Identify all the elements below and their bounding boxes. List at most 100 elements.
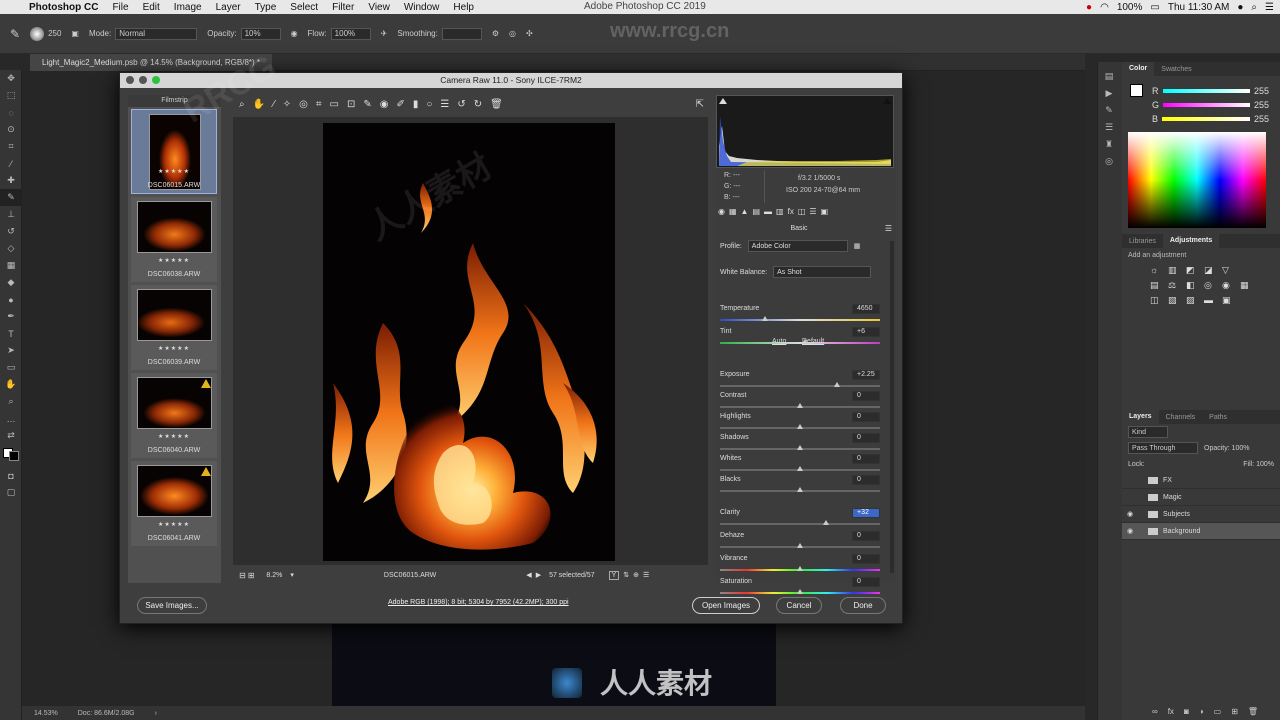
tab-color[interactable]: Color (1122, 62, 1155, 76)
brush-tool-icon[interactable]: ✎ (0, 189, 22, 206)
color-balance-icon[interactable]: ⚖ (1168, 280, 1182, 291)
menu-help[interactable]: Help (446, 2, 481, 13)
straighten-tool-icon[interactable]: ▭ (330, 99, 339, 110)
workflow-options-link[interactable]: Adobe RGB (1998); 8 bit; 5304 by 7952 (4… (388, 599, 569, 606)
tone-curve-tab-icon[interactable]: ▦ (729, 207, 737, 221)
split-tone-tab-icon[interactable]: ▬ (764, 207, 772, 221)
slider-value[interactable]: 0 (852, 433, 880, 443)
tab-libraries[interactable]: Libraries (1122, 238, 1163, 245)
color-swatches[interactable] (0, 444, 22, 461)
link-icon[interactable]: ∞ (1152, 707, 1158, 716)
mode-select[interactable]: Normal (115, 27, 198, 40)
smoothing-input[interactable] (441, 27, 482, 40)
kind-filter[interactable]: Kind (1128, 426, 1168, 438)
done-button[interactable]: Done (840, 597, 886, 614)
minimize-button[interactable] (139, 76, 147, 84)
airbrush-icon[interactable]: ✈ (381, 29, 388, 38)
posterize-icon[interactable]: ▧ (1168, 295, 1182, 306)
slider-track[interactable] (720, 523, 880, 525)
slider-value[interactable]: +6 (852, 327, 880, 337)
brush-panel-icon[interactable]: ▣ (71, 29, 79, 38)
slider-handle[interactable] (797, 466, 803, 471)
more-tools-icon[interactable]: … (0, 410, 22, 427)
layer-fill[interactable]: Fill: 100% (1243, 461, 1274, 468)
slider-handle[interactable] (833, 382, 840, 387)
snapshots-tab-icon[interactable]: ▣ (821, 207, 829, 221)
zoom-level[interactable]: 14.53% (34, 710, 58, 717)
next-image-icon[interactable]: ▶ (536, 571, 541, 579)
swap-colors-icon[interactable]: ⇄ (0, 427, 22, 444)
slider-track[interactable] (720, 385, 880, 387)
play-icon[interactable]: ▶ (1098, 85, 1120, 102)
trash-icon[interactable]: 🗑 (490, 99, 503, 110)
profile-browser-icon[interactable]: ▦ (854, 242, 861, 250)
blend-mode-select[interactable]: Pass Through (1128, 442, 1198, 454)
pen-tool-icon[interactable]: ✒ (0, 308, 22, 325)
vibrance-icon[interactable]: ▽ (1222, 265, 1236, 276)
trash-icon[interactable]: 🗑 (1248, 707, 1258, 716)
layer-opacity[interactable]: Opacity: 100% (1204, 445, 1250, 452)
hand-tool-icon[interactable]: ✋ (0, 376, 22, 393)
lens-tab-icon[interactable]: ▥ (776, 207, 784, 221)
menu-filter[interactable]: Filter (325, 2, 361, 13)
zoom-minus-icon[interactable]: ⊟ (239, 571, 246, 580)
eraser-tool-icon[interactable]: ◇ (0, 240, 22, 257)
photo-filter-icon[interactable]: ◎ (1204, 280, 1218, 291)
hsl-tab-icon[interactable]: ▤ (752, 207, 760, 221)
move-tool-icon[interactable]: ✥ (0, 70, 22, 87)
clock[interactable]: Thu 11:30 AM (1168, 2, 1230, 13)
filmstrip-thumb[interactable]: ★★★★★ DSC06015.ARW (131, 109, 217, 194)
slider-handle[interactable] (797, 543, 803, 548)
foreground-swatch[interactable] (1130, 84, 1143, 97)
zoom-tool-icon[interactable]: ⌕ (0, 393, 22, 410)
image-preview[interactable] (233, 117, 708, 565)
zoom-plus-icon[interactable]: ⊞ (248, 571, 255, 580)
zoom-button[interactable] (152, 76, 160, 84)
filmstrip-thumb[interactable]: ★★★★★ DSC06039.ARW (131, 285, 217, 370)
menu-view[interactable]: View (361, 2, 397, 13)
crop-tool-icon[interactable]: ⌗ (0, 138, 22, 155)
rotate-left-icon[interactable]: ↺ (457, 99, 465, 110)
detail-tab-icon[interactable]: ▲ (741, 207, 749, 221)
properties-icon[interactable]: ☰ (1098, 119, 1120, 136)
slider-value[interactable]: 0 (852, 577, 880, 587)
transform-tool-icon[interactable]: ⊡ (347, 99, 355, 110)
quick-select-tool-icon[interactable]: ⊙ (0, 121, 22, 138)
tab-swatches[interactable]: Swatches (1154, 66, 1198, 73)
crop-tool-icon[interactable]: ⌗ (316, 99, 322, 110)
curves-icon[interactable]: ◩ (1186, 265, 1200, 276)
before-after-icon[interactable]: Y (608, 570, 620, 580)
effects-tab-icon[interactable]: fx (788, 207, 794, 221)
pressure-size-icon[interactable]: ◎ (509, 29, 516, 38)
filmstrip-title[interactable]: Filmstrip (128, 95, 221, 107)
exposure-icon[interactable]: ◪ (1204, 265, 1218, 276)
rating-stars[interactable]: ★★★★★ (131, 257, 217, 264)
flow-input[interactable]: 100% (330, 27, 371, 40)
gradient-tool-icon[interactable]: ▦ (0, 257, 22, 274)
radial-filter-icon[interactable]: ○ (426, 99, 432, 110)
menu-list-icon[interactable]: ☰ (1265, 2, 1274, 13)
color-sampler-icon[interactable]: ✧ (283, 99, 291, 110)
graduated-filter-icon[interactable]: ▮ (413, 99, 419, 110)
g-value[interactable]: 255 (1254, 100, 1274, 110)
slider-value[interactable]: 0 (852, 475, 880, 485)
basic-tab-icon[interactable]: ◉ (718, 207, 725, 221)
default-link[interactable]: Default (802, 338, 824, 345)
filmstrip-thumb[interactable]: ★★★★★ DSC06040.ARW (131, 373, 217, 458)
fx-icon[interactable]: fx (1168, 707, 1174, 716)
open-images-button[interactable]: Open Images (692, 597, 760, 614)
type-tool-icon[interactable]: T (0, 325, 22, 342)
lasso-tool-icon[interactable]: ◌ (0, 104, 22, 121)
slider-value[interactable]: 0 (852, 391, 880, 401)
menu-select[interactable]: Select (283, 2, 325, 13)
filmstrip-thumb[interactable]: ★★★★★ DSC06041.ARW (131, 461, 217, 546)
slider-handle[interactable] (797, 424, 803, 429)
quick-mask-icon[interactable]: ◘ (0, 467, 22, 484)
wb-select[interactable]: As Shot (773, 266, 872, 278)
rating-stars[interactable]: ★★★★★ (131, 345, 217, 352)
menu-layer[interactable]: Layer (209, 2, 248, 13)
swap-settings-icon[interactable]: ⇅ (623, 571, 629, 579)
slider-value[interactable]: 0 (852, 531, 880, 541)
filmstrip-thumb[interactable]: ★★★★★ DSC06038.ARW (131, 197, 217, 282)
dodge-tool-icon[interactable]: ● (0, 291, 22, 308)
